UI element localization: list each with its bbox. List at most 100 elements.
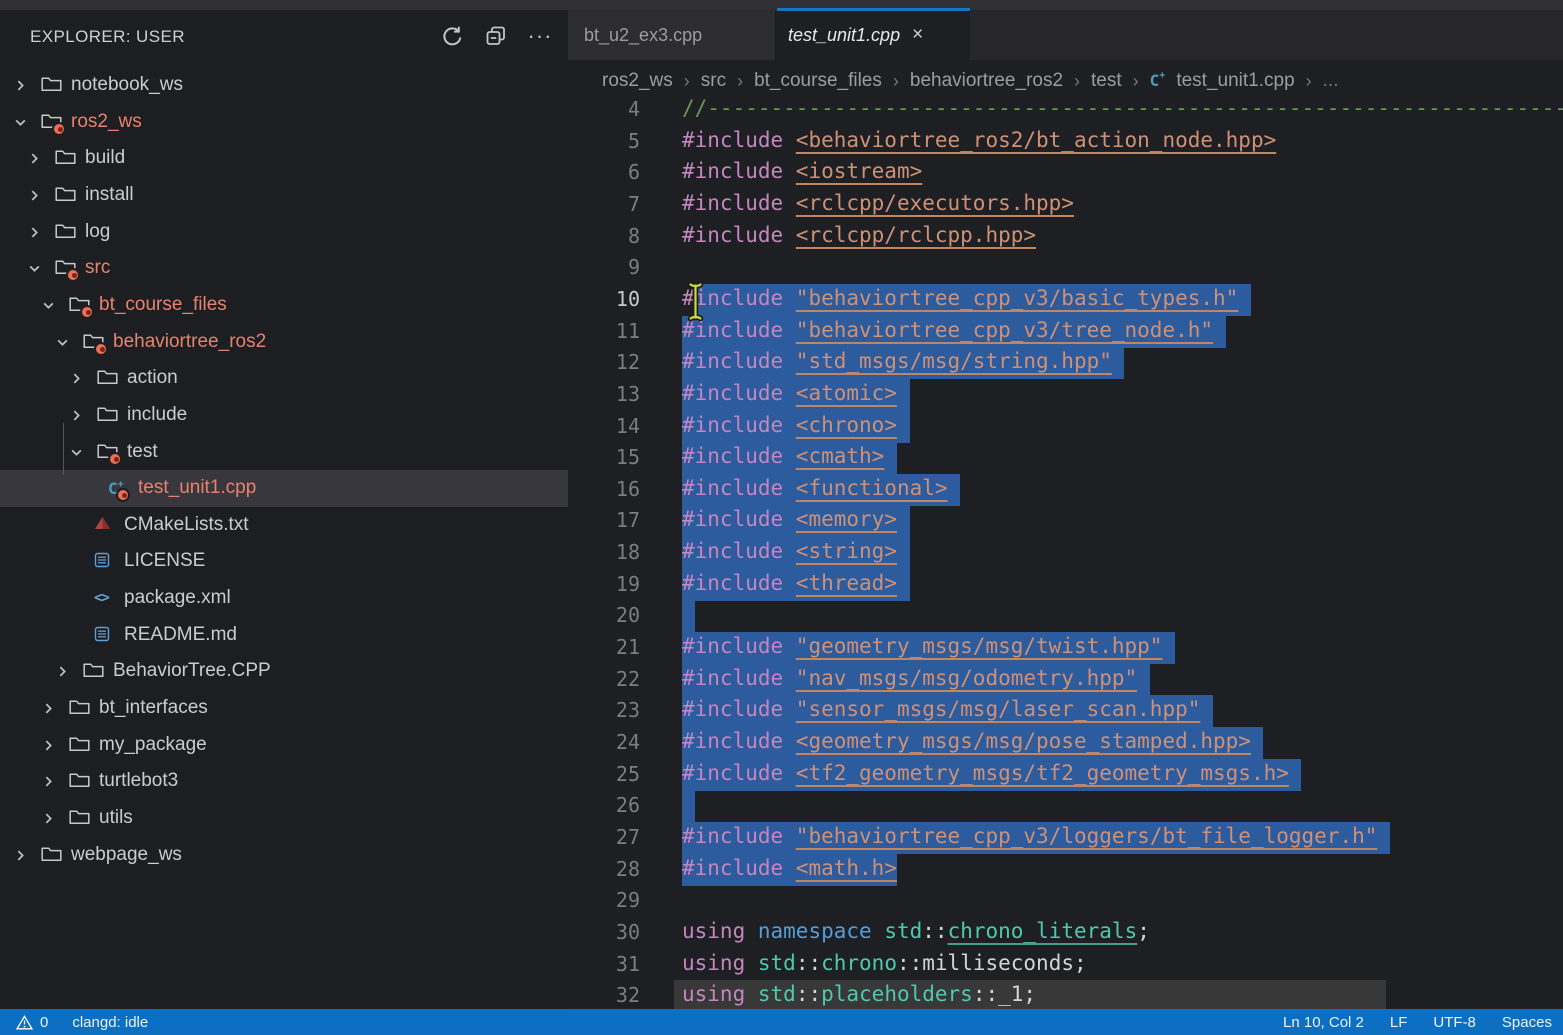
error-badge xyxy=(66,268,80,282)
code-line-6: 6#include <iostream> xyxy=(568,157,1563,189)
active-tab-accent xyxy=(777,8,970,11)
breadcrumb-item-behaviortree_ros2[interactable]: behaviortree_ros2 xyxy=(910,70,1063,92)
breadcrumb-separator-icon: › xyxy=(1074,71,1080,92)
error-badge xyxy=(108,452,122,466)
line-number: 14 xyxy=(568,414,640,438)
code-line-13: 13#include <atomic> xyxy=(568,379,1563,411)
tree-item-README.md[interactable]: README.md xyxy=(0,617,568,654)
tree-item-label: log xyxy=(85,221,110,243)
tree-item-build[interactable]: build xyxy=(0,140,568,177)
tree-item-bt_course_files[interactable]: bt_course_files xyxy=(0,287,568,324)
tree-item-webpage_ws[interactable]: webpage_ws xyxy=(0,837,568,874)
tree-item-utils[interactable]: utils xyxy=(0,800,568,837)
tree-item-label: package.xml xyxy=(124,587,231,609)
more-actions-icon[interactable]: ··· xyxy=(526,22,554,50)
tree-item-src[interactable]: src xyxy=(0,250,568,287)
breadcrumb-item-...[interactable]: ... xyxy=(1323,70,1339,92)
code-text: using std::placeholders::_1; xyxy=(682,982,1036,1006)
line-number: 7 xyxy=(568,192,640,216)
breadcrumb-separator-icon: › xyxy=(1306,71,1312,92)
error-badge xyxy=(80,305,94,319)
code-text: #include <functional> xyxy=(682,476,948,500)
code-text: #include "nav_msgs/msg/odometry.hpp" xyxy=(682,666,1137,690)
folder-icon xyxy=(97,369,118,390)
editor-area: bt_u2_ex3.cpp test_unit1.cpp × ros2_ws › s… xyxy=(568,10,1563,1009)
line-number: 9 xyxy=(568,255,640,279)
code-line-30: 30using namespace std::chrono_literals; xyxy=(568,917,1563,949)
tree-item-test[interactable]: test xyxy=(0,434,568,471)
code-text: #include "sensor_msgs/msg/laser_scan.hpp… xyxy=(682,697,1200,721)
code-line-18: 18#include <string> xyxy=(568,537,1563,569)
line-number: 5 xyxy=(568,129,640,153)
code-line-7: 7#include <rclcpp/executors.hpp> xyxy=(568,189,1563,221)
error-badge xyxy=(116,488,130,502)
tree-item-log[interactable]: log xyxy=(0,214,568,251)
code-line-24: 24#include <geometry_msgs/msg/pose_stamp… xyxy=(568,727,1563,759)
tree-item-turtlebot3[interactable]: turtlebot3 xyxy=(0,763,568,800)
cmake-icon xyxy=(94,516,111,535)
breadcrumb-item-test[interactable]: test xyxy=(1091,70,1122,92)
indent-indicator[interactable]: Spaces xyxy=(1502,1014,1552,1031)
code-line-14: 14#include <chrono> xyxy=(568,411,1563,443)
tree-item-package.xml[interactable]: <>package.xml xyxy=(0,580,568,617)
code-line-11: 11#include "behaviortree_cpp_v3/tree_nod… xyxy=(568,316,1563,348)
clangd-status[interactable]: clangd: idle xyxy=(72,1014,148,1031)
code-editor[interactable]: 4//-------------------------------------… xyxy=(568,94,1563,1009)
tree-item-action[interactable]: action xyxy=(0,360,568,397)
code-text: using namespace std::chrono_literals; xyxy=(682,919,1150,943)
eol-indicator[interactable]: LF xyxy=(1390,1014,1408,1031)
breadcrumb-item-bt_course_files[interactable]: bt_course_files xyxy=(754,70,882,92)
chevron-down-icon xyxy=(42,299,55,317)
tree-item-test_unit1.cpp[interactable]: C+test_unit1.cpp xyxy=(0,470,568,507)
line-number: 6 xyxy=(568,160,640,184)
tree-item-label: webpage_ws xyxy=(71,844,182,866)
tree-item-install[interactable]: install xyxy=(0,177,568,214)
refresh-icon[interactable] xyxy=(438,22,466,50)
code-line-4: 4//-------------------------------------… xyxy=(568,94,1563,126)
explorer-title: EXPLORER: USER xyxy=(30,27,185,47)
file-tree: notebook_wsros2_wsbuildinstall log src bt_c… xyxy=(0,67,568,1009)
tree-item-my_package[interactable]: my_package xyxy=(0,727,568,764)
code-text: #include "std_msgs/msg/string.hpp" xyxy=(682,349,1112,373)
line-number: 31 xyxy=(568,952,640,976)
collapse-folders-icon[interactable] xyxy=(482,22,510,50)
tree-item-CMakeLists.txt[interactable]: CMakeLists.txt xyxy=(0,507,568,544)
tree-item-label: turtlebot3 xyxy=(99,770,178,792)
problems-indicator[interactable]: 0 xyxy=(16,1014,48,1031)
breadcrumb-item-src[interactable]: src xyxy=(701,70,726,92)
breadcrumb-item-test_unit1.cpp[interactable]: test_unit1.cpp xyxy=(1176,70,1294,92)
warning-icon xyxy=(16,1015,33,1030)
code-line-27: 27#include "behaviortree_cpp_v3/loggers/… xyxy=(568,822,1563,854)
tree-item-notebook_ws[interactable]: notebook_ws xyxy=(0,67,568,104)
code-line-29: 29 xyxy=(568,885,1563,917)
code-line-28: 28#include <math.h> xyxy=(568,854,1563,886)
encoding-indicator[interactable]: UTF-8 xyxy=(1433,1014,1476,1031)
folder-icon xyxy=(41,76,62,97)
code-text: using std::chrono::milliseconds; xyxy=(682,951,1087,975)
line-number: 10 xyxy=(568,287,640,311)
ibeam-cursor-icon xyxy=(686,280,705,328)
line-number: 17 xyxy=(568,508,640,532)
chevron-right-icon xyxy=(14,849,27,867)
folder-icon xyxy=(55,186,76,207)
tree-item-include[interactable]: include xyxy=(0,397,568,434)
chevron-right-icon xyxy=(42,775,55,793)
tree-item-ros2_ws[interactable]: ros2_ws xyxy=(0,104,568,141)
tab-test_unit1[interactable]: test_unit1.cpp × xyxy=(776,10,970,60)
code-text: #include "behaviortree_cpp_v3/tree_node.… xyxy=(682,318,1213,342)
chevron-right-icon xyxy=(42,812,55,830)
tree-item-BehaviorTree.CPP[interactable]: BehaviorTree.CPP xyxy=(0,653,568,690)
explorer-header: EXPLORER: USER ··· xyxy=(0,10,568,62)
close-icon[interactable]: × xyxy=(912,24,923,46)
tab-bt_u2_ex3[interactable]: bt_u2_ex3.cpp xyxy=(568,10,776,60)
chevron-right-icon xyxy=(42,739,55,757)
tree-item-bt_interfaces[interactable]: bt_interfaces xyxy=(0,690,568,727)
tree-item-label: src xyxy=(85,257,110,279)
code-text: #include <memory> xyxy=(682,507,897,531)
line-number: 29 xyxy=(568,888,640,912)
tree-item-behaviortree_ros2[interactable]: behaviortree_ros2 xyxy=(0,324,568,361)
tree-item-LICENSE[interactable]: LICENSE xyxy=(0,543,568,580)
breadcrumb-item-ros2_ws[interactable]: ros2_ws xyxy=(602,70,673,92)
cursor-position[interactable]: Ln 10, Col 2 xyxy=(1283,1014,1364,1031)
folder-icon xyxy=(83,662,104,683)
